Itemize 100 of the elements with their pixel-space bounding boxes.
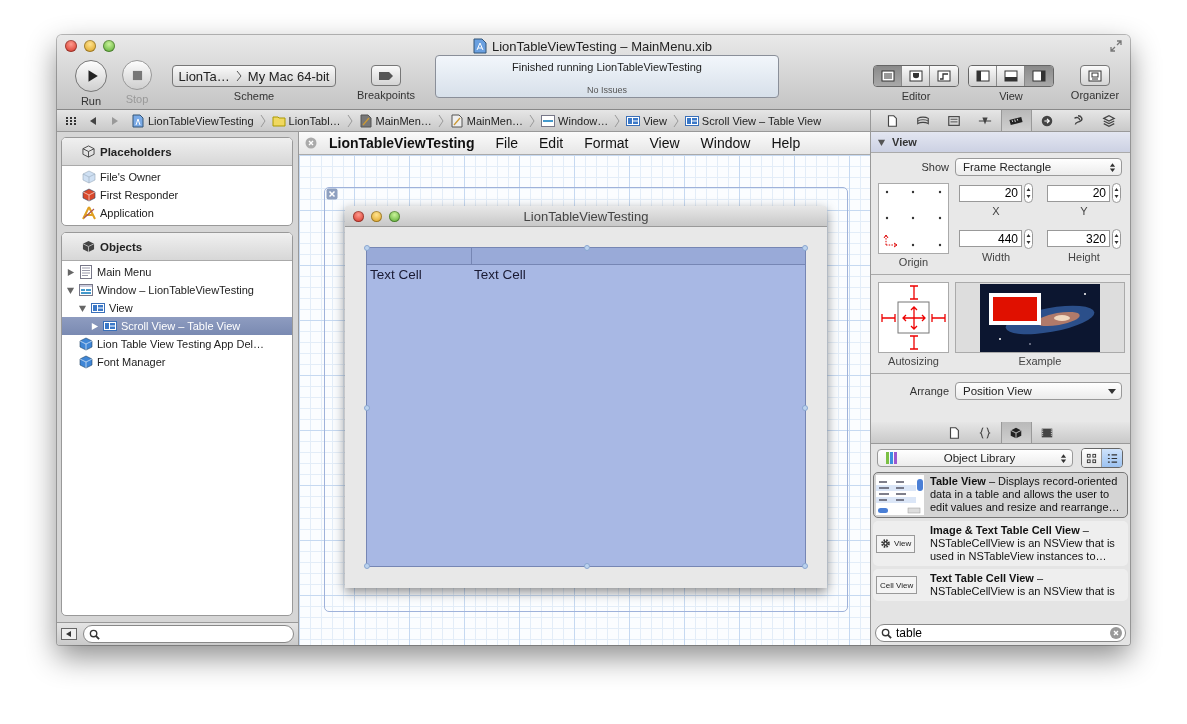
debug-area-toggle[interactable] [997, 66, 1025, 86]
stop-button[interactable] [122, 60, 152, 90]
cube-icon [1009, 425, 1023, 440]
table-view[interactable]: Text Cell Text Cell [366, 247, 806, 567]
arrow-circle-icon [1040, 113, 1054, 128]
chevron-icon [346, 113, 353, 128]
library-item[interactable]: View Image & Text Table Cell View – NSTableCellView is an NSView that is used in NSTableView instances to… [873, 521, 1128, 566]
show-dropdown[interactable]: Frame Rectangle [955, 158, 1122, 176]
braces-icon [978, 425, 992, 440]
list-view-button[interactable] [1102, 449, 1122, 467]
section-title: Placeholders [100, 145, 172, 158]
breadcrumb[interactable]: View [624, 113, 669, 128]
breadcrumb[interactable]: Scroll View – Table View [682, 113, 824, 128]
number-field[interactable]: 20 [959, 184, 1022, 202]
search-icon [881, 628, 892, 639]
table-icon [876, 475, 924, 515]
outline-item[interactable]: File's Owner [62, 168, 292, 186]
chevron-icon [437, 113, 444, 128]
hide-panel-button[interactable] [61, 628, 77, 640]
cube-icon [82, 240, 95, 253]
number-field[interactable]: 320 [1047, 230, 1110, 247]
utilities-toggle[interactable] [1025, 66, 1053, 86]
arrange-label: Arrange [908, 385, 949, 397]
number-field[interactable]: 20 [1047, 184, 1110, 202]
zoom-button[interactable] [389, 210, 400, 222]
version-editor-button[interactable] [930, 66, 958, 86]
breakpoint-icon [378, 70, 394, 81]
menu-item[interactable]: View [649, 135, 680, 151]
breadcrumb[interactable]: LionTableViewTesting [129, 113, 256, 128]
inspector-tab[interactable] [1000, 110, 1032, 131]
menu-item[interactable]: Window [700, 135, 751, 151]
organizer-button[interactable] [1080, 65, 1110, 86]
menu-item[interactable]: Edit [539, 135, 564, 151]
run-button[interactable] [75, 60, 107, 92]
fullscreen-icon[interactable] [1110, 40, 1122, 52]
outline-item[interactable]: First Responder [62, 186, 292, 204]
scheme-selector[interactable]: LionTa… My Mac 64-bit [171, 65, 337, 87]
origin-label: Origin [898, 256, 929, 268]
stepper[interactable] [1112, 183, 1121, 203]
stepper[interactable] [1024, 183, 1033, 203]
minimize-button[interactable] [371, 210, 382, 222]
close-button[interactable] [353, 210, 364, 222]
stepper[interactable] [1024, 228, 1033, 249]
section-header[interactable]: View [871, 132, 1130, 153]
standard-editor-button[interactable] [874, 66, 902, 86]
close-icon[interactable] [326, 188, 338, 200]
menu-item[interactable]: Help [771, 135, 801, 151]
example-label: Example [1018, 355, 1062, 367]
step-icon [937, 70, 951, 82]
stepper[interactable] [1112, 228, 1121, 249]
library-item[interactable]: Table View – Displays record-oriented data in a table and allows the user to edit values and resize and rearrange… [873, 472, 1128, 518]
cube-icon [82, 188, 96, 202]
library-search-field[interactable]: table [875, 624, 1126, 642]
badge-text: View [894, 539, 912, 548]
issues-status: No Issues [587, 85, 627, 95]
disclosure-triangle-icon[interactable] [66, 285, 75, 295]
organizer-label: Organizer [1070, 89, 1120, 101]
breadcrumb[interactable]: LionTabl… [269, 113, 343, 128]
disclosure-triangle-icon[interactable] [66, 267, 75, 277]
view-icon [91, 301, 105, 315]
status-message: Finished running LionTableViewTesting [512, 61, 702, 73]
updown-arrows-icon [1109, 161, 1116, 173]
breadcrumb[interactable]: MainMen… [447, 113, 526, 128]
zoom-button[interactable] [103, 40, 115, 52]
grid-icon[interactable] [65, 114, 77, 127]
library-tab[interactable] [1000, 422, 1032, 443]
outline-item[interactable]: Font Manager [62, 353, 292, 371]
navigator-toggle[interactable] [969, 66, 997, 86]
assistant-editor-button[interactable] [902, 66, 930, 86]
outline-item[interactable]: Application [62, 204, 292, 222]
number-field[interactable]: 440 [959, 230, 1022, 247]
menu-item[interactable]: LionTableViewTesting [329, 135, 475, 151]
breakpoints-button[interactable] [371, 65, 401, 86]
grid-view-button[interactable] [1082, 449, 1102, 467]
breadcrumb[interactable]: MainMen… [356, 113, 434, 128]
table-cell-text: Text Cell [474, 267, 527, 282]
minimize-button[interactable] [84, 40, 96, 52]
disclosure-triangle-icon[interactable] [90, 321, 99, 331]
autosizing-control[interactable] [878, 282, 949, 353]
close-button[interactable] [65, 40, 77, 52]
disclosure-triangle-icon[interactable] [78, 303, 87, 313]
outline-item[interactable]: View [62, 299, 292, 317]
show-label: Show [920, 161, 949, 173]
field-label: Y [1080, 205, 1088, 217]
outline-item[interactable]: Window – LionTableViewTesting [62, 281, 292, 299]
project-icon [131, 113, 145, 128]
chevron-icon [235, 70, 242, 82]
arrange-dropdown[interactable]: Position View [955, 382, 1122, 400]
list-icon [1106, 452, 1118, 464]
breadcrumb[interactable]: Window… [539, 113, 611, 128]
outline-item[interactable]: Lion Table View Testing App Del… [62, 335, 292, 353]
run-label: Run [80, 95, 102, 107]
filter-field[interactable] [83, 625, 294, 643]
clear-icon[interactable] [1110, 627, 1122, 639]
menu-item[interactable]: Format [584, 135, 629, 151]
menu-item[interactable]: File [495, 135, 519, 151]
view-icon [684, 113, 699, 128]
outline-item[interactable]: Main Menu [62, 263, 292, 281]
library-dropdown[interactable]: Object Library [877, 449, 1073, 467]
library-item[interactable]: Cell View Text Table Cell View – NSTableCellView is an NSView that is [873, 569, 1128, 601]
